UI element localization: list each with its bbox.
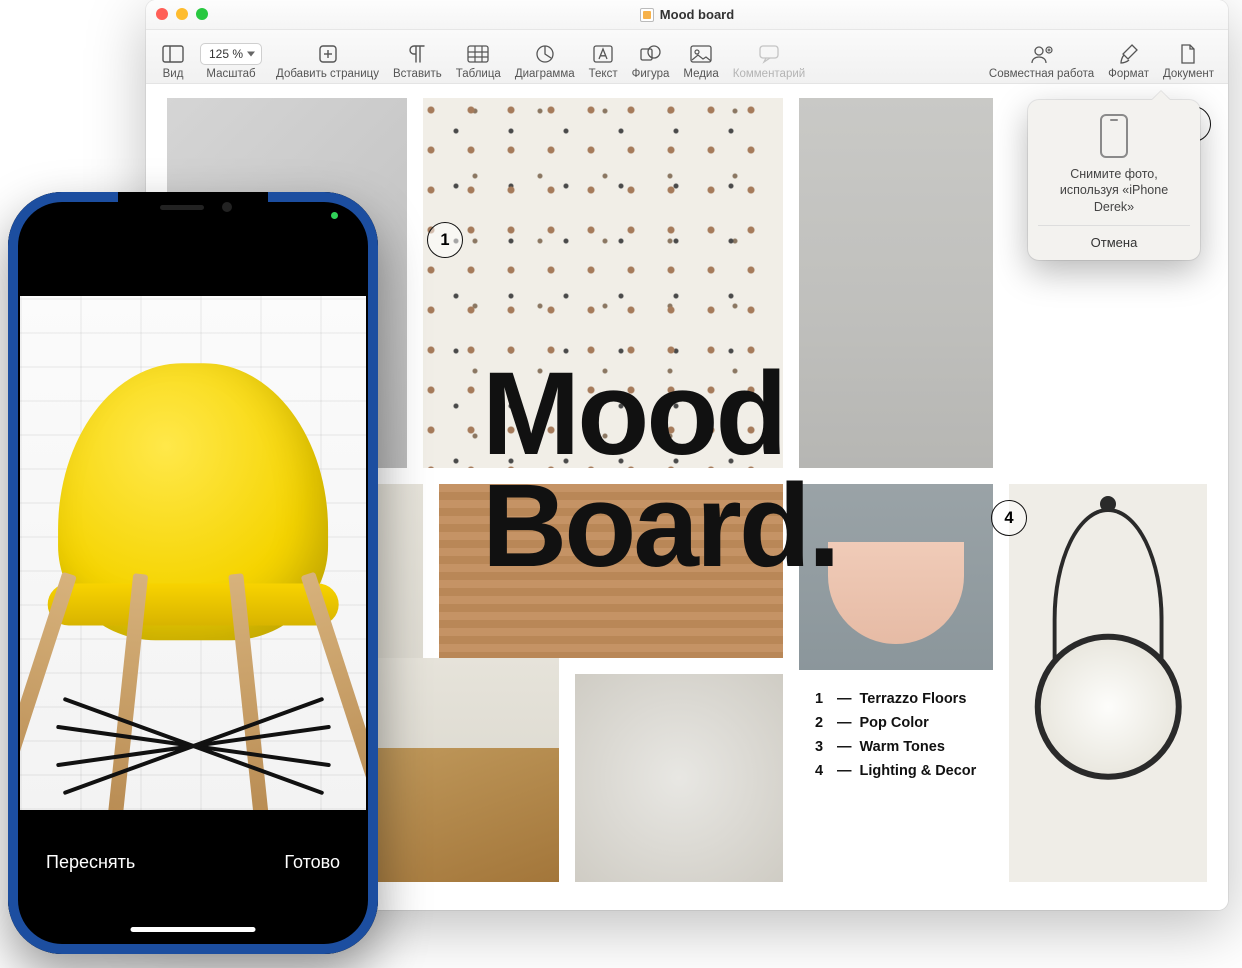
mirror-frame	[1035, 634, 1182, 781]
toolbar-chart-label: Диаграмма	[515, 68, 575, 80]
iphone-device: Переснять Готово	[8, 192, 378, 954]
legend: 1—Terrazzo Floors 2—Pop Color 3—Warm Ton…	[815, 688, 976, 784]
toolbar-insert[interactable]: Вставить	[393, 43, 442, 80]
marker-4: 4	[991, 500, 1027, 536]
titlebar: Mood board	[146, 0, 1228, 30]
toolbar-table[interactable]: Таблица	[456, 43, 501, 80]
paintbrush-icon	[1116, 43, 1142, 65]
lamp-graphic	[828, 542, 964, 644]
camera-active-indicator	[331, 212, 338, 219]
toolbar-comment-label: Комментарий	[733, 68, 805, 80]
legend-row: 4—Lighting & Decor	[815, 760, 976, 784]
shape-icon	[637, 43, 663, 65]
media-icon	[688, 43, 714, 65]
legend-row: 1—Terrazzo Floors	[815, 688, 976, 712]
toolbar-add-page-label: Добавить страницу	[276, 68, 379, 80]
document-settings-icon	[1175, 43, 1201, 65]
text-icon	[590, 43, 616, 65]
iphone-icon	[1100, 114, 1128, 158]
toolbar-media[interactable]: Медиа	[683, 43, 718, 80]
toolbar-add-page[interactable]: Добавить страницу	[276, 43, 379, 80]
toolbar-zoom-label: Масштаб	[206, 68, 255, 80]
sidebar-icon	[160, 43, 186, 65]
toolbar-collaborate[interactable]: Совместная работа	[989, 43, 1094, 80]
done-button[interactable]: Готово	[284, 852, 340, 873]
toolbar-zoom[interactable]: 125 % Масштаб	[200, 43, 262, 80]
toolbar-collab-label: Совместная работа	[989, 68, 1094, 80]
toolbar-document-label: Документ	[1163, 68, 1214, 80]
retake-button[interactable]: Переснять	[46, 852, 135, 873]
popover-cancel-button[interactable]: Отмена	[1038, 225, 1190, 260]
toolbar-format[interactable]: Формат	[1108, 43, 1149, 80]
toolbar-shape-label: Фигура	[632, 68, 670, 80]
toolbar-shape[interactable]: Фигура	[632, 43, 670, 80]
continuity-camera-popover: Снимите фото, используя «iPhone Derek» О…	[1028, 100, 1200, 260]
window-controls	[156, 8, 208, 20]
toolbar-view[interactable]: Вид	[160, 43, 186, 80]
legend-row: 2—Pop Color	[815, 712, 976, 736]
marker-1: 1	[427, 222, 463, 258]
iphone-screen: Переснять Готово	[20, 204, 366, 942]
toolbar-format-label: Формат	[1108, 68, 1149, 80]
camera-bottom-bar: Переснять Готово	[20, 810, 366, 942]
toolbar: Вид 125 % Масштаб Добавить страницу Вста…	[146, 30, 1228, 84]
window-title: Mood board	[640, 7, 734, 22]
legend-row: 3—Warm Tones	[815, 736, 976, 760]
toolbar-table-label: Таблица	[456, 68, 501, 80]
collaborate-icon	[1029, 43, 1055, 65]
zoom-value: 125 %	[209, 47, 243, 61]
document-headline: Mood Board.	[482, 358, 838, 582]
minimize-window-button[interactable]	[176, 8, 188, 20]
close-window-button[interactable]	[156, 8, 168, 20]
toolbar-view-label: Вид	[163, 68, 184, 80]
toolbar-document[interactable]: Документ	[1163, 43, 1214, 80]
zoom-select[interactable]: 125 %	[200, 43, 262, 65]
paragraph-icon	[404, 43, 430, 65]
table-icon	[465, 43, 491, 65]
headline-line2: Board.	[482, 460, 838, 592]
toolbar-media-label: Медиа	[683, 68, 718, 80]
document-icon	[640, 8, 654, 22]
add-page-icon	[315, 43, 341, 65]
chart-icon	[532, 43, 558, 65]
comment-icon	[756, 43, 782, 65]
toolbar-insert-label: Вставить	[393, 68, 442, 80]
popover-text: Снимите фото, используя «iPhone Derek»	[1038, 166, 1190, 225]
window-title-text: Mood board	[660, 7, 734, 22]
chair-legs	[44, 574, 342, 810]
toolbar-text[interactable]: Текст	[589, 43, 618, 80]
placeholder-fur	[575, 674, 783, 882]
zoom-window-button[interactable]	[196, 8, 208, 20]
placeholder-mirror	[1009, 484, 1207, 882]
home-indicator[interactable]	[131, 927, 256, 932]
toolbar-text-label: Текст	[589, 68, 618, 80]
iphone-notch	[118, 192, 268, 222]
toolbar-chart[interactable]: Диаграмма	[515, 43, 575, 80]
captured-photo-preview	[20, 296, 366, 810]
toolbar-comment: Комментарий	[733, 43, 805, 80]
